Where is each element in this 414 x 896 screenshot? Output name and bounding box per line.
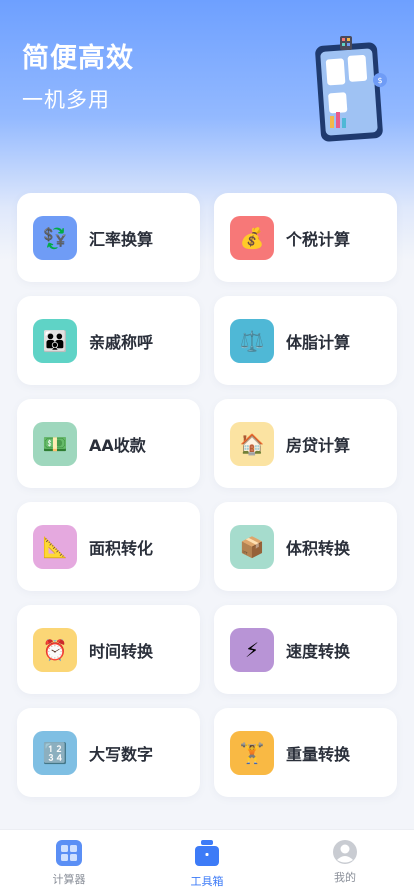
tool-card-3[interactable]: ⚖️ 体脂计算: [214, 296, 397, 385]
tool-card-label: 大写数字: [89, 744, 154, 764]
tool-card-label: 体脂计算: [286, 332, 351, 352]
currency-exchange-icon: 💱: [33, 215, 77, 260]
cash-icon: 💵: [33, 421, 77, 466]
family-icon: 👪: [33, 318, 77, 363]
tablet-illustration-icon: $: [315, 36, 387, 142]
tool-card-7[interactable]: 📦 体积转换: [214, 502, 397, 591]
balance-scale-icon: ⚖️: [230, 318, 274, 363]
tool-card-label: 速度转换: [286, 641, 351, 661]
tool-card-8[interactable]: ⏰ 时间转换: [17, 605, 200, 694]
tool-card-1[interactable]: 💰 个税计算: [214, 193, 397, 282]
house-icon: 🏠: [230, 421, 274, 466]
tool-card-11[interactable]: 🏋 重量转换: [214, 708, 397, 797]
tool-card-9[interactable]: ⚡ 速度转换: [214, 605, 397, 694]
package-icon: 📦: [230, 524, 274, 569]
tool-card-label: 亲戚称呼: [89, 332, 154, 352]
ruler-icon: 📐: [33, 524, 77, 569]
tab-toolbox[interactable]: 工具箱: [138, 830, 276, 896]
tab-toolbox-label: 工具箱: [190, 875, 224, 888]
tool-card-6[interactable]: 📐 面积转化: [17, 502, 200, 591]
svg-text:$: $: [377, 76, 382, 85]
tool-card-label: AA收款: [89, 435, 146, 455]
tool-card-label: 体积转换: [286, 538, 351, 558]
tool-card-label: 重量转换: [286, 744, 351, 764]
tool-card-label: 汇率换算: [89, 229, 154, 249]
money-bag-icon: 💰: [230, 215, 274, 260]
tool-card-label: 房贷计算: [286, 435, 351, 455]
calculator-grid-icon: [56, 840, 82, 866]
toolbox-icon: [195, 840, 219, 866]
user-avatar-icon: [333, 840, 357, 864]
alarm-clock-icon: ⏰: [33, 627, 77, 672]
tool-card-4[interactable]: 💵 AA收款: [17, 399, 200, 488]
tool-grid: 💱 汇率换算 💰 个税计算 👪 亲戚称呼 ⚖️ 体脂计算 💵 AA收款 🏠 房贷计算 📐 面积转化 📦 体积转…: [17, 193, 397, 797]
bottom-tab-bar: 计算器 工具箱 我的: [0, 829, 414, 896]
tab-calculator[interactable]: 计算器: [0, 830, 138, 896]
hero-subtitle: 一机多用: [22, 88, 110, 112]
tab-profile-label: 我的: [334, 871, 356, 884]
tab-calculator-label: 计算器: [52, 873, 86, 886]
hero-title: 简便高效: [22, 43, 134, 74]
tool-card-5[interactable]: 🏠 房贷计算: [214, 399, 397, 488]
tool-card-label: 时间转换: [89, 641, 154, 661]
lightning-icon: ⚡: [230, 627, 274, 672]
tool-card-label: 面积转化: [89, 538, 154, 558]
tool-card-0[interactable]: 💱 汇率换算: [17, 193, 200, 282]
tab-profile[interactable]: 我的: [276, 830, 414, 896]
numbers-icon: 🔢: [33, 730, 77, 775]
weightlifter-icon: 🏋: [230, 730, 274, 775]
tool-card-label: 个税计算: [286, 229, 351, 249]
tool-card-10[interactable]: 🔢 大写数字: [17, 708, 200, 797]
tool-card-2[interactable]: 👪 亲戚称呼: [17, 296, 200, 385]
